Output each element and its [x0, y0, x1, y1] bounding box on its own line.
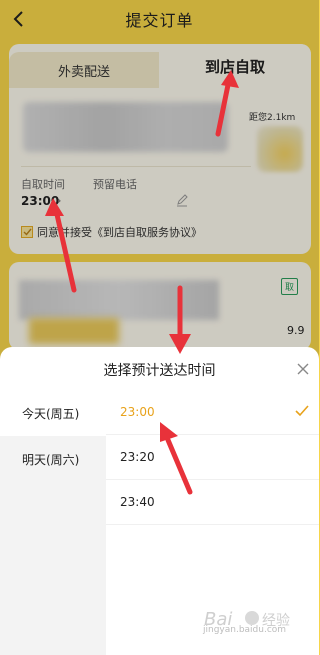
annotation-arrow-pickup-time: [45, 198, 77, 293]
time-option[interactable]: 23:20: [106, 435, 319, 480]
close-icon[interactable]: [296, 361, 310, 375]
day-item-today[interactable]: 今天(周五): [0, 390, 106, 436]
time-option[interactable]: 23:40: [106, 480, 319, 525]
time-option-selected[interactable]: 23:00: [106, 390, 319, 435]
annotation-arrow-selected-time: [160, 422, 193, 495]
day-list: 今天(周五) 明天(周六): [0, 390, 106, 655]
check-icon: [295, 405, 309, 417]
sheet-title: 选择预计送达时间: [103, 363, 216, 379]
annotation-arrow-down: [169, 285, 191, 354]
time-option-label: 23:00: [120, 405, 155, 419]
annotation-arrow-pickup-tab: [215, 70, 239, 137]
watermark-url: jingyan.baidu.com: [203, 625, 287, 635]
day-item-tomorrow[interactable]: 明天(周六): [0, 436, 106, 482]
